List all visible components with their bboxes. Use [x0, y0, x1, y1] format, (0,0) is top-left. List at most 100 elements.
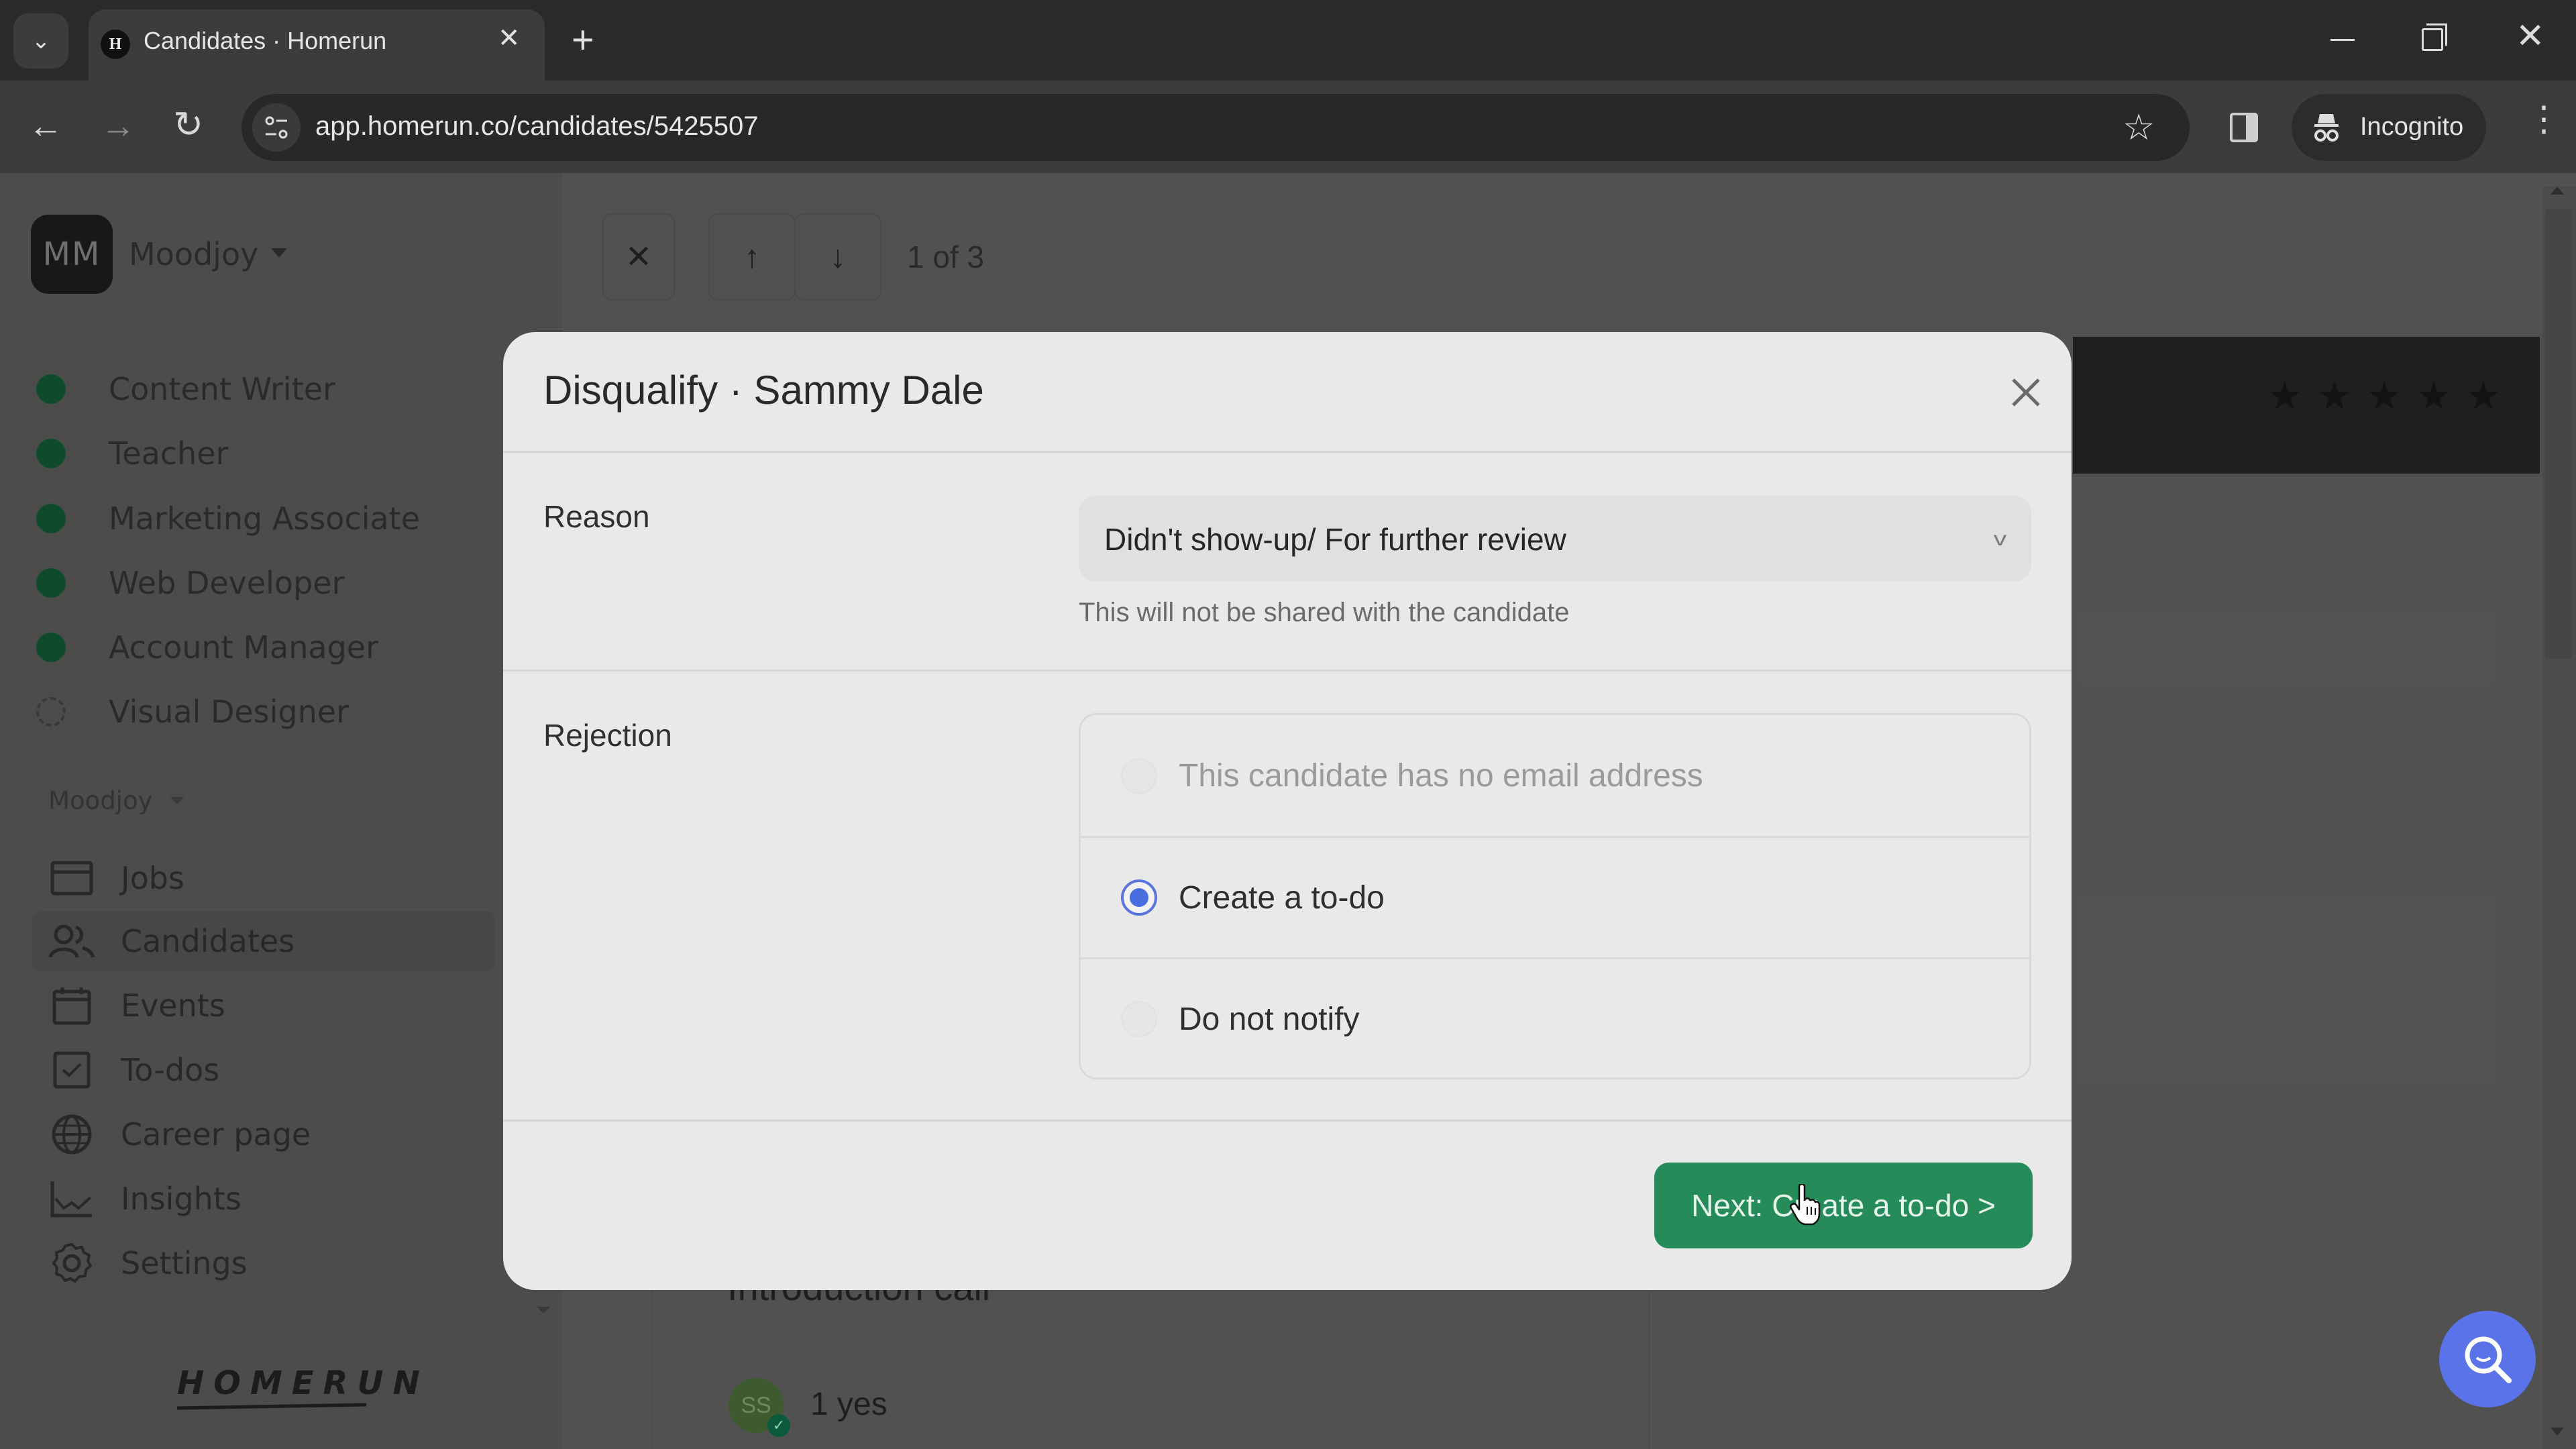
reason-label: Reason [543, 499, 650, 534]
arrow-down-icon: ↓ [830, 239, 846, 275]
sidebar-scroll-down-icon[interactable] [537, 1307, 550, 1313]
close-icon [2012, 378, 2040, 407]
star-icon[interactable]: ★ [2317, 373, 2352, 419]
sidebar-item-candidates[interactable]: Candidates [32, 911, 495, 971]
org-avatar[interactable]: MM [31, 215, 113, 294]
star-icon[interactable]: ★ [2466, 373, 2501, 419]
sidebar-item-settings[interactable]: Settings [32, 1233, 495, 1293]
sidebar-item-insights[interactable]: Insights [32, 1169, 495, 1229]
section-label[interactable]: Moodjoy [48, 786, 153, 815]
reason-select[interactable]: Didn't show-up/ For further review v [1079, 496, 2031, 582]
org-switcher[interactable]: Moodjoy [129, 236, 258, 272]
sidebar-item-career-page[interactable]: Career page [32, 1104, 495, 1165]
homerun-favicon-icon: H [101, 30, 130, 59]
nav-label: Insights [121, 1181, 241, 1217]
tune-icon [265, 116, 288, 139]
header-divider [503, 451, 2072, 453]
radio-button-checked[interactable] [1121, 879, 1157, 916]
previous-candidate-button[interactable]: ↑ [708, 213, 796, 301]
calendar-icon [48, 982, 95, 1029]
homerun-logo: HOMERUN [177, 1364, 429, 1402]
radio-label[interactable]: Create a to-do [1179, 879, 1385, 916]
job-status-dot [36, 439, 66, 468]
rejection-label: Rejection [543, 718, 672, 753]
vote-summary: 1 yes [810, 1387, 888, 1422]
side-panel-button[interactable] [2230, 113, 2258, 142]
dialog-close-button[interactable] [1999, 366, 2053, 419]
reason-helper-text: This will not be shared with the candida… [1079, 598, 1570, 627]
check-badge-icon: ✓ [767, 1414, 790, 1437]
star-icon[interactable]: ★ [2267, 373, 2302, 419]
job-label: Account Manager [109, 629, 378, 665]
chevron-down-icon: ⌄ [31, 28, 51, 54]
next-candidate-button[interactable]: ↓ [794, 213, 881, 301]
logo-underline [176, 1403, 367, 1410]
chart-line-icon [48, 1175, 95, 1222]
browser-menu-button[interactable]: ⋮ [2526, 102, 2561, 137]
tab-close-button[interactable]: ✕ [498, 23, 521, 54]
nav-label: To-dos [121, 1052, 220, 1088]
radio-option-no-email: This candidate has no email address [1081, 715, 2029, 837]
radio-label[interactable]: Do not notify [1179, 1001, 1359, 1038]
bookmark-star-button[interactable]: ☆ [2123, 106, 2155, 148]
sidebar-item-jobs[interactable]: Jobs [32, 848, 495, 908]
scroll-down-arrow-icon[interactable] [2551, 1428, 2564, 1436]
site-info-button[interactable] [252, 103, 301, 152]
tab-title: Candidates · Homerun [144, 27, 387, 54]
profile-card-placeholder [2073, 892, 2500, 1087]
nav-label: Settings [121, 1245, 248, 1281]
search-fab-button[interactable] [2439, 1311, 2536, 1407]
incognito-icon [2314, 114, 2339, 142]
sidebar-job-visual-designer[interactable]: Visual Designer [36, 692, 349, 732]
candidate-pager: 1 of 3 [907, 239, 985, 274]
radio-option-create-todo[interactable]: Create a to-do [1081, 836, 2029, 957]
users-icon [48, 918, 95, 965]
forward-button[interactable]: → [101, 106, 136, 146]
sidebar-job-content-writer[interactable]: Content Writer [36, 369, 335, 409]
new-tab-button[interactable]: + [572, 17, 594, 62]
chevron-down-icon: v [1993, 528, 2007, 550]
dialog-title: Disqualify · Sammy Dale [543, 368, 984, 413]
star-icon[interactable]: ★ [2367, 373, 2402, 419]
briefcase-icon [48, 855, 95, 902]
url-text[interactable]: app.homerun.co/candidates/5425507 [315, 111, 759, 142]
job-label: Teacher [109, 435, 229, 472]
footer-divider [503, 1120, 2072, 1122]
job-status-dot [36, 633, 66, 662]
sidebar-job-account-manager[interactable]: Account Manager [36, 627, 378, 667]
section-divider [503, 669, 2072, 672]
sidebar-job-web-developer[interactable]: Web Developer [36, 563, 345, 603]
sidebar-job-marketing-associate[interactable]: Marketing Associate [36, 498, 420, 539]
scroll-up-arrow-icon[interactable] [2551, 186, 2564, 195]
radio-option-do-not-notify[interactable]: Do not notify [1081, 957, 2029, 1077]
scrollbar-thumb[interactable] [2545, 209, 2572, 659]
incognito-label: Incognito [2360, 113, 2464, 141]
search-icon [2465, 1336, 2512, 1383]
close-icon: ✕ [625, 239, 653, 275]
next-create-todo-button[interactable]: Next: Create a to-do > [1654, 1163, 2033, 1248]
nav-label: Jobs [121, 860, 184, 896]
caret-down-icon [271, 248, 287, 258]
radio-button[interactable] [1121, 1001, 1157, 1037]
star-icon[interactable]: ★ [2416, 373, 2451, 419]
caret-down-icon [170, 797, 184, 804]
sidebar-item-todos[interactable]: To-dos [32, 1040, 495, 1100]
browser-tab-strip: ⌄ H Candidates · Homerun ✕ + ✕ [0, 0, 2576, 80]
job-draft-dot [36, 697, 66, 727]
rejection-options: This candidate has no email address Crea… [1079, 713, 2031, 1079]
rating-stars[interactable]: ★ ★ ★ ★ ★ [2267, 373, 2501, 419]
back-button[interactable]: ← [28, 106, 63, 146]
tab-search-button[interactable]: ⌄ [13, 13, 68, 68]
sidebar: MM Moodjoy Content Writer Teacher Market… [0, 173, 562, 1449]
window-minimize-button[interactable] [2330, 39, 2355, 41]
sidebar-job-teacher[interactable]: Teacher [36, 433, 228, 474]
job-label: Marketing Associate [109, 500, 421, 537]
sidebar-item-events[interactable]: Events [32, 975, 495, 1036]
close-candidate-button[interactable]: ✕ [602, 213, 675, 301]
reload-button[interactable]: ↻ [173, 103, 203, 146]
window-close-button[interactable]: ✕ [2516, 16, 2545, 56]
nav-label: Events [121, 987, 225, 1024]
reason-selected-value: Didn't show-up/ For further review [1104, 522, 1566, 557]
window-restore-button[interactable] [2422, 23, 2447, 51]
nav-label: Candidates [121, 923, 295, 959]
